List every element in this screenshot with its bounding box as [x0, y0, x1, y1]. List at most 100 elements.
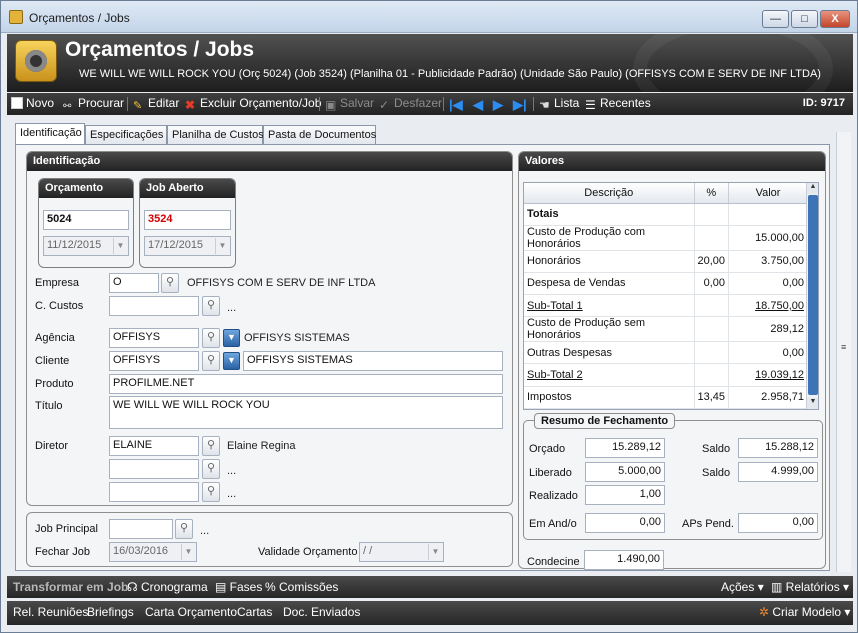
scroll-up-icon[interactable]: ▲ — [807, 183, 818, 194]
search-icon[interactable]: ⚲ — [202, 296, 220, 316]
orcado-field[interactable]: 15.289,12 — [585, 438, 665, 458]
cartas-link[interactable]: Cartas — [237, 605, 272, 619]
validade-date[interactable]: / / ▼ — [359, 542, 444, 562]
table-row[interactable]: Despesa de Vendas 0,00 0,00 — [524, 272, 808, 296]
docs-enviados-link[interactable]: Doc. Enviados — [283, 605, 360, 619]
orcamento-date[interactable]: 11/12/2015 ▼ — [43, 236, 129, 256]
chevron-down-icon[interactable]: ▼ — [113, 238, 127, 254]
chevron-down-icon[interactable]: ▼ — [428, 544, 442, 560]
search-button[interactable]: ⚯ Procurar — [63, 96, 124, 113]
valores-grid[interactable]: Descrição % Valor Totais Custo de Produçã… — [523, 182, 819, 410]
table-row[interactable]: Sub-Total 1 18.750,00 — [524, 294, 808, 318]
table-row[interactable]: Totais — [524, 203, 808, 226]
dropdown-arrow-icon[interactable]: ▼ — [223, 329, 240, 347]
search-icon[interactable]: ⚲ — [202, 328, 220, 348]
cronograma-button[interactable]: ☊ Cronograma — [127, 580, 208, 594]
delete-button[interactable]: ✖ Excluir Orçamento/Job — [185, 96, 321, 112]
table-row[interactable]: Impostos 13,45 2.958,71 — [524, 386, 808, 409]
titulo-field[interactable]: WE WILL WE WILL ROCK YOU — [109, 396, 503, 429]
saldo1-field[interactable]: 15.288,12 — [738, 438, 818, 458]
previous-record-icon[interactable]: ◀ — [473, 97, 483, 113]
list-icon: ☰ — [585, 98, 596, 112]
row-valor: 0,00 — [728, 341, 808, 365]
first-record-icon[interactable]: |◀ — [449, 97, 463, 113]
maximize-button[interactable]: □ — [791, 10, 818, 28]
job-number[interactable]: 3524 — [144, 210, 231, 230]
table-row[interactable]: Honorários 20,00 3.750,00 — [524, 250, 808, 273]
undo-button[interactable]: ✓ Desfazer — [379, 96, 442, 112]
job-box: Job Aberto 3524 17/12/2015 ▼ — [139, 178, 236, 268]
diretor3-code[interactable] — [109, 482, 199, 502]
job-principal-field[interactable] — [109, 519, 173, 539]
grip-icon[interactable]: ≡ — [841, 342, 846, 352]
chevron-down-icon[interactable]: ▼ — [181, 544, 195, 560]
col-percent[interactable]: % — [694, 183, 730, 204]
page-scrollbar[interactable]: ≡ — [836, 132, 851, 572]
tab-planilha-custos[interactable]: Planilha de Custos — [167, 125, 264, 145]
edit-button[interactable]: ✎ Editar — [133, 96, 179, 112]
aps-field[interactable]: 0,00 — [738, 513, 818, 533]
empresa-code[interactable]: O — [109, 273, 159, 293]
realizado-field[interactable]: 1,00 — [585, 485, 665, 505]
recent-button[interactable]: ☰ Recentes — [585, 96, 651, 112]
produto-field[interactable]: PROFILME.NET — [109, 374, 503, 394]
criar-modelo-button[interactable]: ✲ Criar Modelo ▾ — [759, 605, 850, 619]
percent-icon: % — [265, 580, 280, 594]
table-row[interactable]: Outras Despesas 0,00 — [524, 341, 808, 365]
job-date[interactable]: 17/12/2015 ▼ — [144, 236, 231, 256]
next-record-icon[interactable]: ▶ — [493, 97, 503, 113]
scroll-down-icon[interactable]: ▼ — [807, 398, 818, 409]
emand-field[interactable]: 0,00 — [585, 513, 665, 533]
table-row[interactable]: Custo de Produção sem Honorários 289,12 — [524, 316, 808, 343]
custos-code[interactable] — [109, 296, 199, 316]
search-icon[interactable]: ⚲ — [202, 482, 220, 502]
cliente-name[interactable]: OFFISYS SISTEMAS — [243, 351, 503, 371]
search-icon[interactable]: ⚲ — [161, 273, 179, 293]
tab-identificacao[interactable]: Identificação — [15, 123, 85, 145]
search-icon[interactable]: ⚲ — [202, 351, 220, 371]
relatorios-menu[interactable]: ▥ Relatórios ▾ — [771, 580, 849, 594]
table-row[interactable]: Custo de Produção com Honorários 15.000,0… — [524, 225, 808, 251]
grid-scrollbar[interactable]: ▲ ▼ — [806, 183, 818, 409]
diretor-code[interactable]: ELAINE — [109, 436, 199, 456]
row-valor: 0,00 — [728, 408, 808, 409]
cliente-code[interactable]: OFFISYS — [109, 351, 199, 371]
search-icon[interactable]: ⚲ — [175, 519, 193, 539]
list-button[interactable]: ☚ Lista — [539, 96, 579, 112]
reunioes-link[interactable]: Rel. Reuniões — [13, 605, 88, 619]
binoculars-icon: ⚯ — [63, 101, 72, 112]
save-button[interactable]: ▣ Salvar — [325, 96, 374, 112]
last-record-icon[interactable]: ▶| — [513, 97, 527, 113]
scroll-thumb[interactable] — [808, 195, 818, 395]
col-descricao[interactable]: Descrição — [524, 183, 695, 204]
acoes-menu[interactable]: Ações ▾ — [721, 580, 764, 594]
carta-orcamento-link[interactable]: Carta Orçamento — [145, 605, 237, 619]
table-row[interactable]: Sub-Total 2 19.039,12 — [524, 363, 808, 387]
condecine-field[interactable]: 1.490,00 — [584, 550, 664, 570]
dropdown-arrow-icon[interactable]: ▼ — [223, 352, 240, 370]
col-valor[interactable]: Valor — [728, 183, 808, 204]
orcamento-number[interactable]: 5024 — [43, 210, 129, 230]
row-valor: 3.750,00 — [728, 250, 808, 273]
close-button[interactable]: X — [820, 10, 850, 28]
search-icon[interactable]: ⚲ — [202, 459, 220, 479]
table-row[interactable]: Bonificação0,000,00 — [524, 408, 808, 409]
agencia-code[interactable]: OFFISYS — [109, 328, 199, 348]
row-percent: 13,45 — [694, 386, 730, 409]
diretor2-code[interactable] — [109, 459, 199, 479]
minimize-button[interactable]: — — [762, 10, 789, 28]
fases-button[interactable]: ▤ Fases — [215, 580, 262, 594]
search-icon[interactable]: ⚲ — [202, 436, 220, 456]
comissoes-button[interactable]: % Comissões — [265, 580, 338, 594]
saldo2-field[interactable]: 4.999,00 — [738, 462, 818, 482]
new-button[interactable]: Novo — [11, 96, 54, 110]
tab-pasta-documentos[interactable]: Pasta de Documentos — [263, 125, 376, 145]
fechar-job-date[interactable]: 16/03/2016 ▼ — [109, 542, 197, 562]
transform-job-button[interactable]: Transformar em Job — [13, 580, 128, 594]
custos-label: C. Custos — [35, 300, 84, 312]
tab-especificacoes[interactable]: Especificações — [85, 125, 167, 145]
liberado-field[interactable]: 5.000,00 — [585, 462, 665, 482]
chevron-down-icon[interactable]: ▼ — [215, 238, 229, 254]
briefings-link[interactable]: Briefings — [87, 605, 134, 619]
job-panel: Job Principal ⚲ ... Fechar Job 16/03/201… — [26, 512, 513, 567]
